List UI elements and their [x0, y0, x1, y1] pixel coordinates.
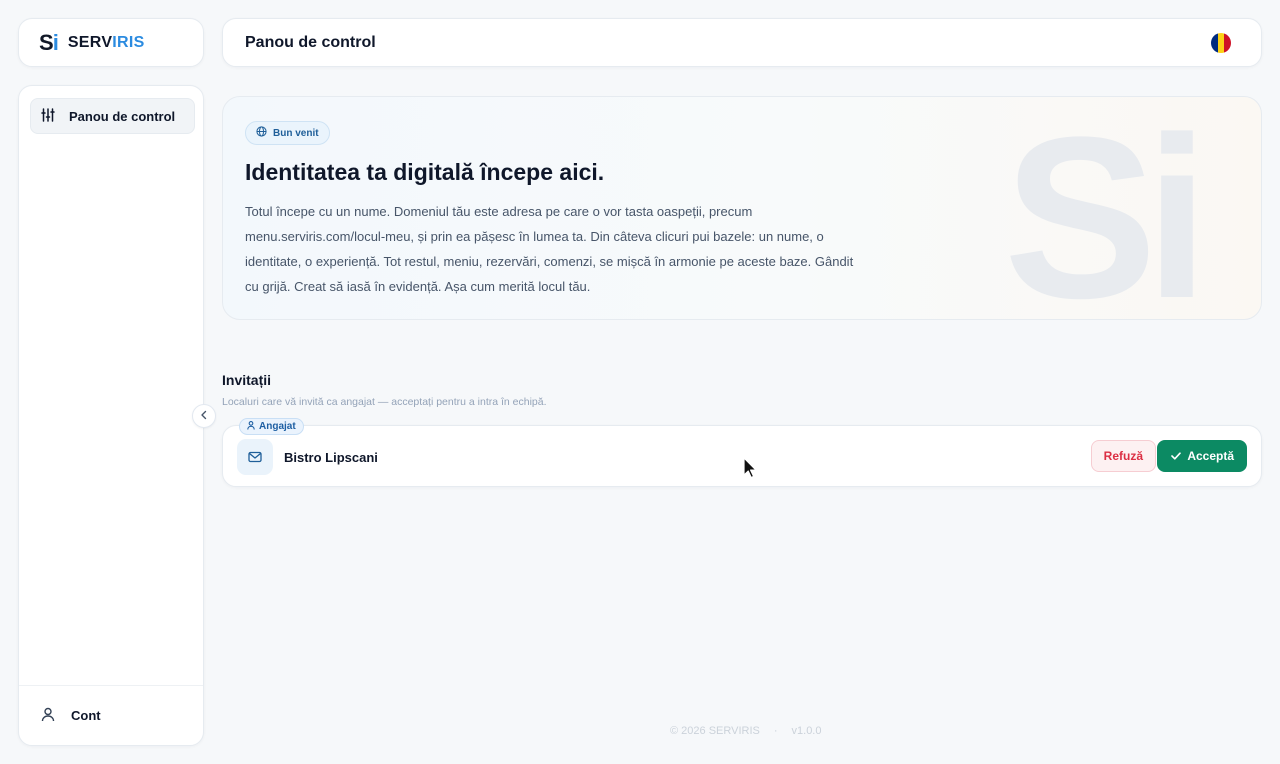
- top-header: Panou de control: [222, 18, 1262, 67]
- person-icon: [247, 420, 255, 433]
- welcome-hero: Si Bun venit Identitatea ta digitală înc…: [222, 96, 1262, 320]
- brand-logo[interactable]: Si SERVIRIS: [18, 18, 204, 67]
- globe-icon: [256, 126, 267, 140]
- sidebar-item-label: Panou de control: [69, 108, 176, 124]
- mouse-cursor-icon: [743, 457, 757, 484]
- welcome-pill-label: Bun venit: [273, 127, 319, 139]
- brand-name-part1: SERV: [67, 33, 113, 51]
- role-badge-label: Angajat: [259, 421, 296, 432]
- role-badge: Angajat: [239, 418, 304, 435]
- romania-flag-icon[interactable]: [1211, 32, 1231, 53]
- invitations-title: Invitații: [222, 372, 272, 388]
- invitation-card: Bistro Lipscani Refuză Acceptă: [222, 425, 1262, 487]
- footer-copyright: © 2026 SERVIRIS: [670, 725, 760, 737]
- mail-icon: [237, 439, 273, 475]
- hero-description: Totul începe cu un nume. Domeniul tău es…: [245, 204, 854, 294]
- welcome-pill: Bun venit: [245, 121, 330, 145]
- brand-name-part2: IRIS: [112, 33, 145, 51]
- page-title: Panou de control: [245, 33, 376, 51]
- page-footer: © 2026 SERVIRIS · v1.0.0: [670, 725, 821, 737]
- logo-mark: Si: [39, 29, 59, 56]
- check-icon: [1171, 449, 1182, 463]
- brand-name: SERVIRIS: [68, 34, 145, 52]
- footer-version: v1.0.0: [791, 725, 822, 737]
- accept-button[interactable]: Acceptă: [1157, 440, 1247, 472]
- sidebar-item-account[interactable]: Cont: [19, 685, 203, 745]
- sidebar-item-dashboard[interactable]: Panou de control: [30, 98, 195, 134]
- sidebar: Panou de control Cont: [18, 85, 204, 746]
- accept-button-label: Acceptă: [1187, 449, 1234, 463]
- hero-watermark: Si: [1003, 96, 1209, 320]
- hero-title: Identitatea ta digitală începe aici.: [245, 159, 605, 185]
- logo-mark-i: i: [52, 29, 59, 55]
- logo-mark-s: S: [39, 29, 54, 55]
- sliders-icon: [41, 107, 55, 125]
- sidebar-footer-label: Cont: [71, 708, 101, 723]
- invitations-subtitle: Localuri care vă invită ca angajat — acc…: [222, 396, 547, 408]
- chevron-left-icon: [200, 407, 208, 425]
- footer-separator: ·: [773, 725, 778, 737]
- invitation-place-name: Bistro Lipscani: [284, 450, 378, 465]
- user-icon: [41, 707, 55, 725]
- sidebar-collapse-button[interactable]: [192, 404, 216, 428]
- refuse-button[interactable]: Refuză: [1090, 440, 1156, 472]
